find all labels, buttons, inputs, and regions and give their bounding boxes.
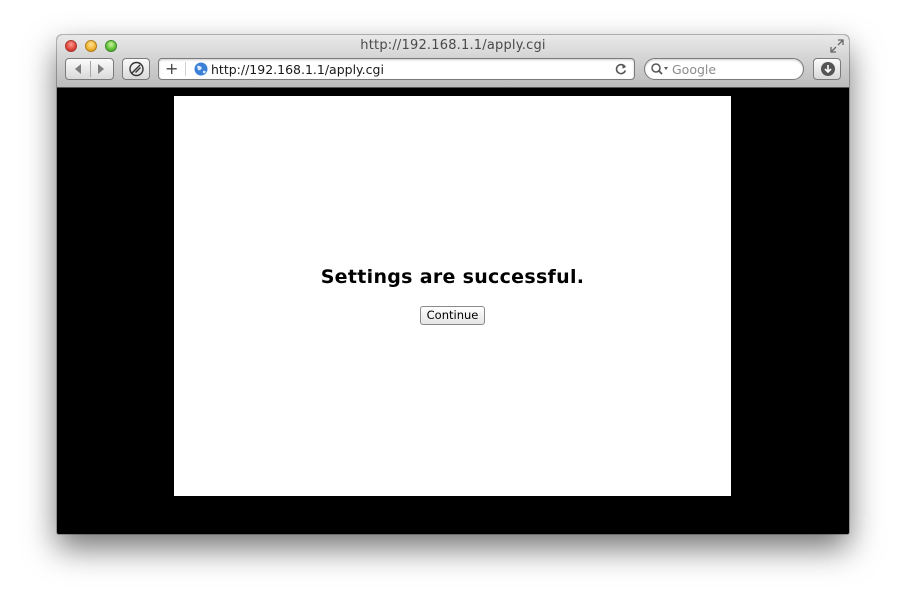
status-message: Settings are successful. bbox=[320, 266, 585, 288]
fullscreen-icon[interactable] bbox=[830, 39, 844, 53]
back-icon[interactable] bbox=[72, 63, 84, 75]
address-divider bbox=[185, 62, 186, 76]
address-bar[interactable]: + http://192.168.1.1/apply.cgi bbox=[158, 58, 635, 80]
search-field[interactable]: Google bbox=[644, 58, 804, 80]
reader-icon bbox=[129, 61, 144, 77]
add-icon[interactable]: + bbox=[165, 61, 179, 77]
search-icon bbox=[651, 63, 668, 75]
forward-icon[interactable] bbox=[95, 63, 107, 75]
download-icon bbox=[821, 62, 835, 76]
back-forward-group bbox=[65, 58, 114, 80]
window-title: http://192.168.1.1/apply.cgi bbox=[360, 38, 546, 53]
browser-window: http://192.168.1.1/apply.cgi + http://19… bbox=[57, 35, 849, 534]
reload-icon[interactable] bbox=[614, 62, 628, 76]
nav-divider bbox=[90, 61, 91, 77]
address-input[interactable]: http://192.168.1.1/apply.cgi bbox=[211, 62, 384, 77]
page-body: Settings are successful. Continue bbox=[174, 96, 731, 496]
globe-icon bbox=[194, 62, 208, 76]
web-content: Settings are successful. Continue bbox=[57, 88, 849, 534]
download-button[interactable] bbox=[813, 58, 841, 80]
search-placeholder: Google bbox=[672, 62, 717, 77]
title-bar: http://192.168.1.1/apply.cgi + http://19… bbox=[57, 35, 849, 88]
reader-button[interactable] bbox=[122, 58, 150, 80]
continue-button[interactable]: Continue bbox=[420, 306, 485, 325]
